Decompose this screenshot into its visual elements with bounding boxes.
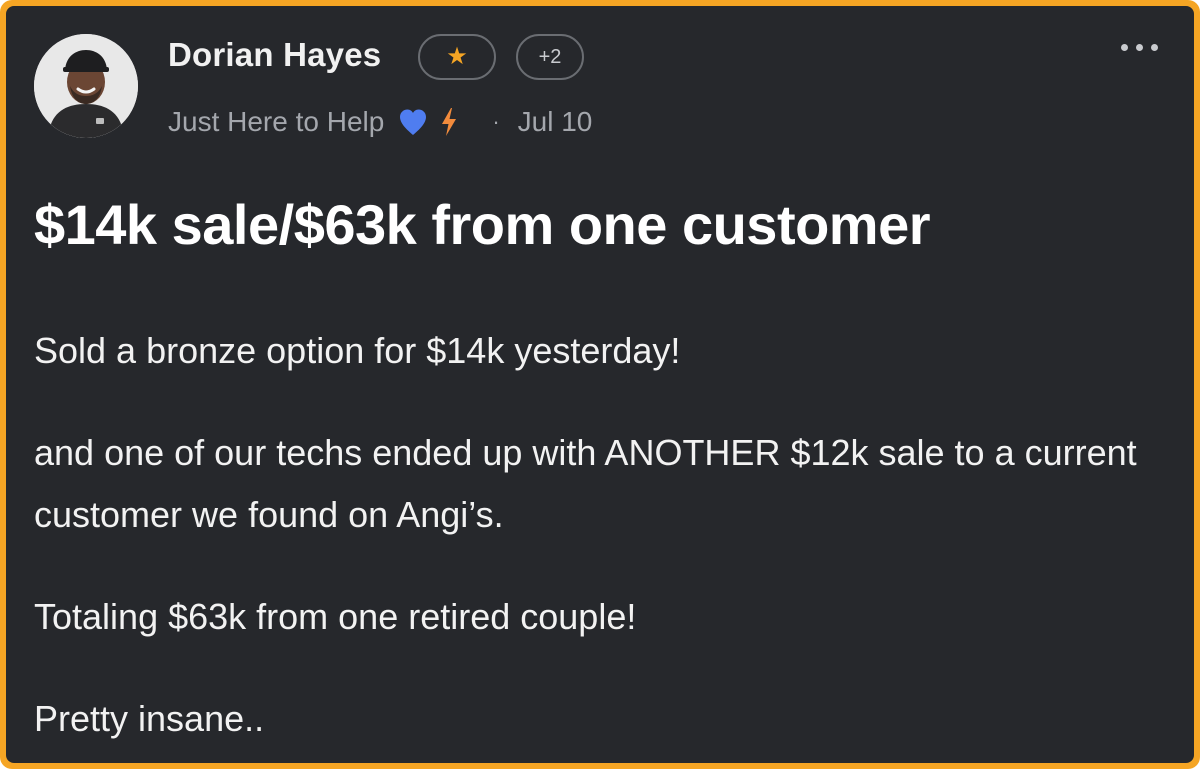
post-title: $14k sale/$63k from one customer [34, 193, 931, 256]
author-avatar[interactable] [34, 34, 138, 138]
blue-heart-icon [398, 108, 428, 136]
more-badges-count: +2 [538, 45, 562, 68]
author-name[interactable]: Dorian Hayes [168, 36, 381, 74]
post-body: Sold a bronze option for $14k yesterday!… [34, 320, 1174, 763]
lightning-bolt-icon [440, 107, 458, 137]
post-card: Dorian Hayes ★ +2 Just Here to Help · Ju… [6, 6, 1194, 763]
star-icon: ★ [446, 43, 468, 70]
highlight-frame: Dorian Hayes ★ +2 Just Here to Help · Ju… [0, 0, 1200, 769]
author-meta: Just Here to Help · Jul 10 [168, 106, 592, 138]
date-separator: · [492, 109, 500, 134]
post-paragraph: Pretty insane.. [34, 698, 265, 739]
post-paragraph: Sold a bronze option for $14k yesterday! [34, 330, 681, 371]
person-avatar-icon [34, 34, 138, 138]
more-options-icon [1121, 44, 1128, 51]
author-badge[interactable]: ★ [418, 34, 496, 80]
post-paragraph: Totaling $63k from one retired couple! [34, 596, 637, 637]
more-options-button[interactable] [1121, 44, 1158, 51]
post-date[interactable]: Jul 10 [518, 106, 593, 138]
author-tagline: Just Here to Help [168, 106, 385, 137]
post-paragraph: and one of our techs ended up with ANOTH… [34, 432, 1137, 535]
more-badges-button[interactable]: +2 [516, 34, 584, 80]
